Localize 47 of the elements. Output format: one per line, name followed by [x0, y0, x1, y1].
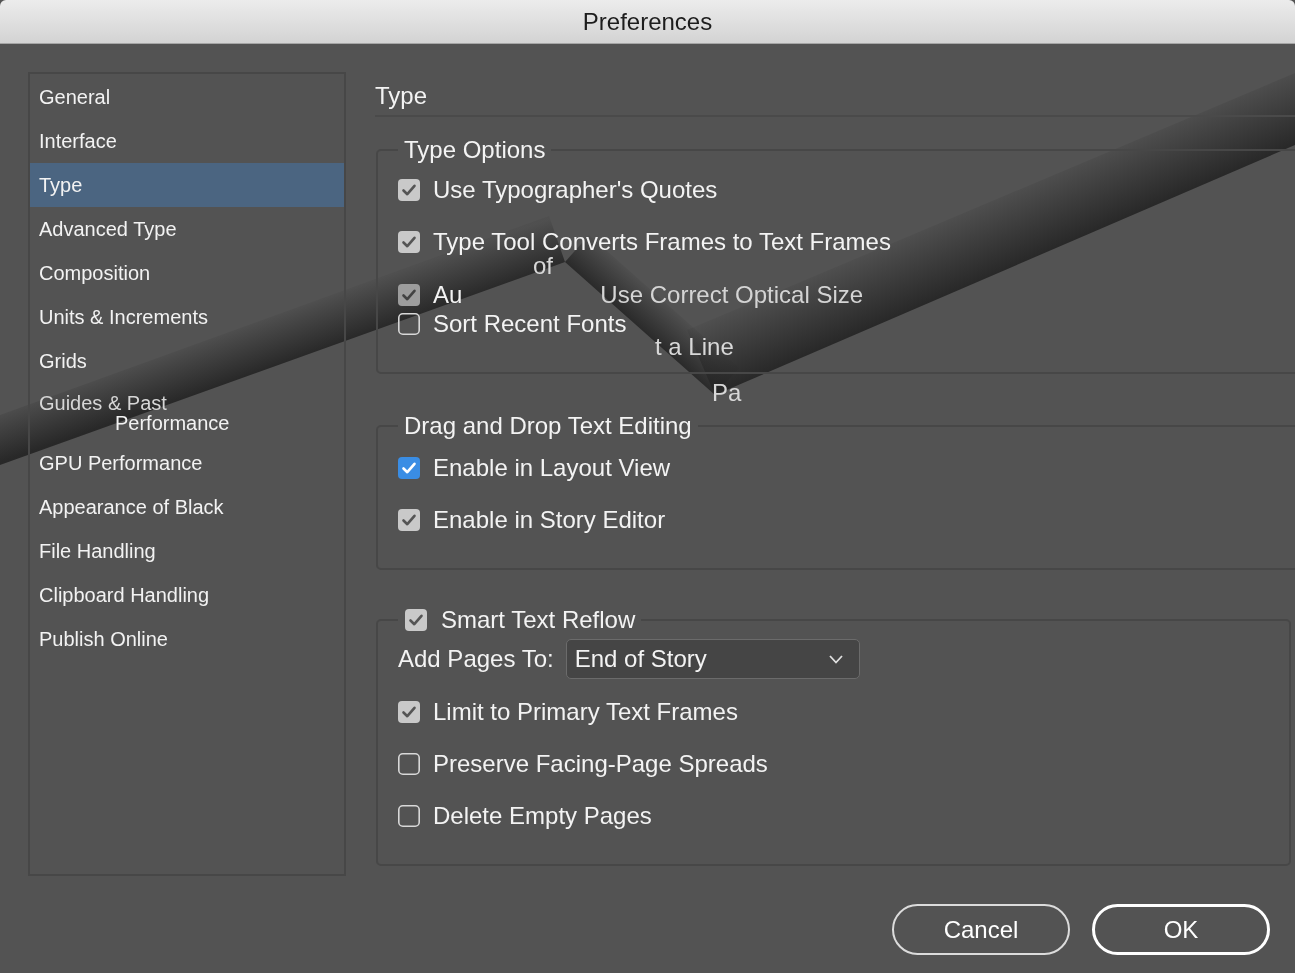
text-fragment: t a Line: [655, 335, 734, 359]
sidebar-item[interactable]: Guides & Past: [30, 383, 344, 413]
sidebar-item[interactable]: Interface: [30, 119, 344, 163]
sidebar-item[interactable]: General: [30, 75, 344, 119]
checkbox[interactable]: [398, 179, 420, 201]
checkbox[interactable]: [398, 753, 420, 775]
group-title: Type Options: [403, 136, 547, 164]
sidebar-item[interactable]: Performance: [30, 413, 344, 441]
page-heading: Type: [375, 81, 428, 110]
option-label[interactable]: Preserve Facing-Page Spreads: [433, 752, 768, 776]
dialog-button[interactable]: Cancel: [892, 904, 1070, 955]
checkbox[interactable]: [398, 231, 420, 253]
sidebar-item[interactable]: Grids: [30, 339, 344, 383]
checkbox[interactable]: [398, 284, 420, 306]
option-label[interactable]: Type Tool Converts Frames to Text Frames: [433, 230, 891, 254]
text-fragment: Pa: [712, 381, 742, 405]
sidebar-item[interactable]: GPU Performance: [30, 441, 344, 485]
checkbox[interactable]: [405, 609, 427, 631]
option-label[interactable]: Delete Empty Pages: [433, 804, 652, 828]
option-label[interactable]: Sort Recent Fonts: [433, 312, 627, 336]
option-label[interactable]: Au: [433, 283, 463, 307]
text-fragment: of: [533, 254, 553, 278]
checkbox[interactable]: [398, 457, 420, 479]
checkbox[interactable]: [398, 313, 420, 335]
option-label[interactable]: Use Typographer's Quotes: [433, 178, 718, 202]
checkbox[interactable]: [398, 701, 420, 723]
sidebar-item[interactable]: File Handling: [30, 529, 344, 573]
dropdown[interactable]: End of Story: [565, 639, 860, 679]
option-label[interactable]: Use Correct Optical Size: [600, 283, 864, 307]
option-label[interactable]: Smart Text Reflow: [441, 608, 636, 632]
sidebar-item[interactable]: Publish Online: [30, 617, 344, 661]
window-title: Preferences: [582, 7, 713, 36]
sidebar-item[interactable]: Units & Increments: [30, 295, 344, 339]
field-label: Add Pages To:: [398, 645, 554, 673]
option-label[interactable]: Limit to Primary Text Frames: [433, 700, 738, 724]
option-label[interactable]: Enable in Story Editor: [433, 508, 666, 532]
checkbox[interactable]: [398, 509, 420, 531]
sidebar-item[interactable]: Type: [30, 163, 344, 207]
sidebar-item[interactable]: Clipboard Handling: [30, 573, 344, 617]
sidebar-item[interactable]: Advanced Type: [30, 207, 344, 251]
sidebar-item[interactable]: Appearance of Black: [30, 485, 344, 529]
sidebar-item[interactable]: Composition: [30, 251, 344, 295]
option-label[interactable]: Enable in Layout View: [433, 456, 671, 480]
dialog-button[interactable]: OK: [1092, 904, 1270, 955]
checkbox[interactable]: [398, 805, 420, 827]
chevron-icon: [828, 654, 843, 664]
group-title: Drag and Drop Text Editing: [403, 412, 693, 440]
